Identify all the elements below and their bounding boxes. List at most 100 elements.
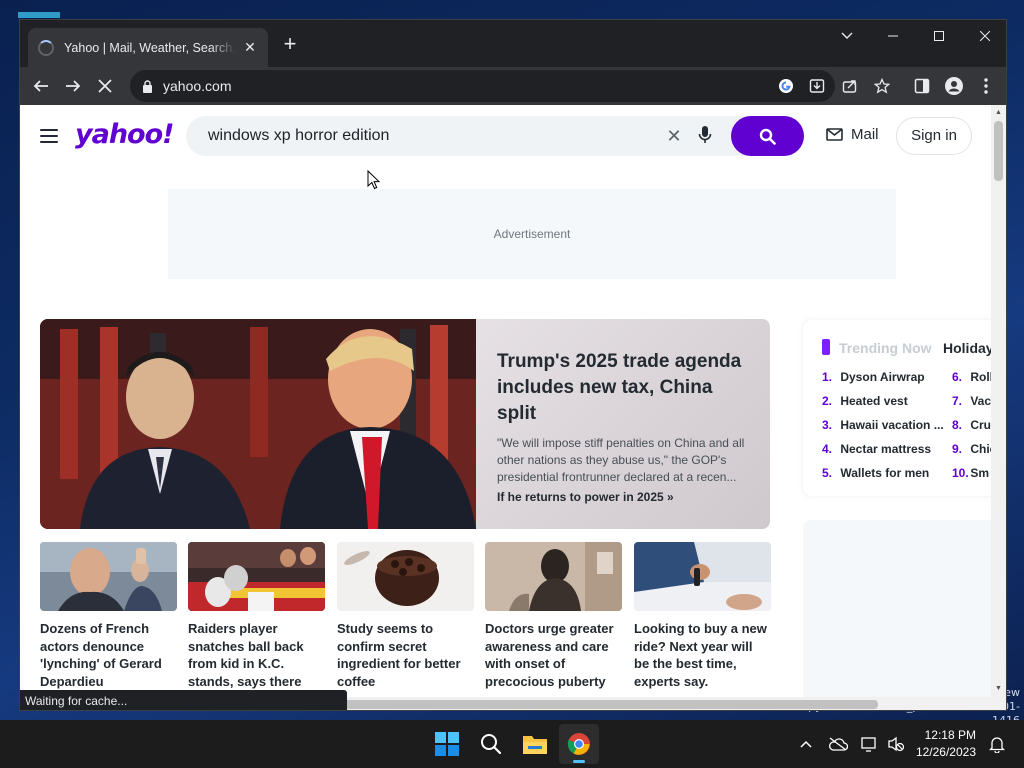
tab-strip: Yahoo | Mail, Weather, Search, Politics,… (20, 20, 1006, 67)
story-card[interactable]: Doctors urge greater awareness and care … (485, 542, 622, 690)
mail-icon (826, 128, 843, 141)
story-card[interactable]: Dozens of French actors denounce 'lynchi… (40, 542, 177, 690)
story-card[interactable]: Raiders player snatches ball back from k… (188, 542, 325, 690)
chevron-down-icon (841, 32, 853, 39)
chrome-taskbar-button[interactable] (559, 724, 599, 764)
trending-item[interactable]: 1. Dyson Airwrap (822, 370, 944, 394)
holiday-heading[interactable]: Holiday (943, 340, 994, 356)
onedrive-tray-icon[interactable] (826, 732, 850, 756)
hero-story[interactable]: Trump's 2025 trade agenda includes new t… (40, 319, 770, 529)
search-icon (759, 128, 776, 145)
minimize-icon (888, 35, 898, 37)
taskbar-search-button[interactable] (471, 724, 511, 764)
bell-icon (989, 737, 1005, 753)
profile-icon (945, 77, 963, 95)
loading-spinner-icon (38, 39, 54, 56)
browser-tab[interactable]: Yahoo | Mail, Weather, Search, Politics,… (28, 28, 268, 67)
yahoo-logo[interactable]: yahoo! (75, 119, 174, 150)
notifications-button[interactable] (985, 732, 1009, 756)
new-tab-button[interactable]: + (278, 32, 302, 56)
close-icon (980, 31, 990, 41)
chrome-menu-button[interactable] (971, 71, 1001, 101)
star-icon (874, 78, 890, 94)
system-clock[interactable]: 12:18 PM 12/26/2023 (916, 727, 976, 761)
cloud-off-icon (829, 737, 848, 751)
bookmark-button[interactable] (867, 71, 897, 101)
story-image (40, 542, 177, 611)
trending-item[interactable]: 4. Nectar mattress (822, 442, 944, 466)
arrow-right-icon (66, 80, 81, 92)
desktop-accent-strip (18, 12, 60, 18)
trending-item[interactable]: 2. Heated vest (822, 394, 944, 418)
trending-item[interactable]: 3. Hawaii vacation ... (822, 418, 944, 442)
lock-icon (143, 79, 152, 93)
google-icon (779, 79, 793, 93)
story-image (337, 542, 474, 611)
more-vert-icon (984, 78, 988, 94)
file-explorer-button[interactable] (515, 724, 555, 764)
tab-close-icon[interactable]: ✕ (242, 39, 258, 56)
clear-search-icon[interactable]: ✕ (664, 126, 684, 146)
back-button[interactable] (26, 71, 56, 101)
network-tray-icon[interactable] (858, 732, 882, 756)
story-title: Doctors urge greater awareness and care … (485, 621, 614, 689)
folder-icon (523, 736, 547, 754)
hero-related-link[interactable]: If he returns to power in 2025 » (497, 490, 748, 504)
speaker-muted-icon (888, 736, 905, 752)
maximize-icon (934, 31, 944, 41)
share-icon (842, 80, 857, 93)
hero-summary: "We will impose stiff penalties on China… (497, 436, 745, 484)
close-window-button[interactable] (962, 20, 1006, 52)
url-text: yahoo.com (163, 78, 232, 94)
clock-date: 12/26/2023 (915, 745, 976, 759)
arrow-left-icon (33, 80, 48, 92)
advertisement-label: Advertisement (493, 227, 571, 241)
install-icon (809, 79, 825, 93)
search-input[interactable] (208, 116, 648, 156)
trending-accent-bar (822, 339, 830, 355)
microphone-icon[interactable] (698, 125, 718, 147)
story-title: Study seems to confirm secret ingredient… (337, 621, 461, 689)
vertical-scrollbar[interactable]: ▲ ▼ (991, 105, 1006, 697)
vertical-scroll-thumb[interactable] (994, 121, 1003, 181)
volume-tray-icon[interactable] (884, 732, 908, 756)
story-image (188, 542, 325, 611)
mail-link[interactable]: Mail (826, 126, 879, 143)
search-bar: ✕ (186, 116, 804, 156)
side-panel-button[interactable] (907, 71, 937, 101)
story-image (634, 542, 771, 611)
install-app-button[interactable] (807, 76, 827, 96)
story-card[interactable]: Study seems to confirm secret ingredient… (337, 542, 474, 690)
trending-item[interactable]: 5. Wallets for men (822, 466, 944, 490)
sidebar-ad-slot[interactable] (803, 520, 1006, 700)
trending-heading[interactable]: Trending Now (839, 340, 932, 356)
chrome-icon (567, 733, 590, 755)
hero-headline[interactable]: Trump's 2025 trade agenda includes new t… (497, 349, 748, 427)
advertisement-banner[interactable]: Advertisement (168, 189, 896, 279)
forward-button[interactable] (58, 71, 88, 101)
trending-list-left: 1. Dyson Airwrap 2. Heated vest 3. Hawai… (822, 370, 944, 490)
mouse-cursor-icon (367, 170, 381, 190)
active-app-indicator (573, 760, 585, 763)
tab-search-button[interactable] (824, 20, 870, 52)
stop-loading-button[interactable] (90, 71, 120, 101)
maximize-button[interactable] (916, 20, 962, 52)
browser-window: Yahoo | Mail, Weather, Search, Politics,… (19, 19, 1007, 711)
profile-button[interactable] (939, 71, 969, 101)
show-hidden-icons-button[interactable] (794, 732, 818, 756)
hamburger-menu-icon[interactable] (40, 129, 58, 143)
scroll-down-icon[interactable]: ▼ (991, 683, 1006, 695)
chevron-up-icon (800, 740, 812, 748)
search-button[interactable] (731, 116, 804, 156)
start-button[interactable] (427, 724, 467, 764)
share-button[interactable] (835, 71, 865, 101)
scroll-up-icon[interactable]: ▲ (991, 107, 1006, 119)
horizontal-scroll-thumb[interactable] (340, 700, 878, 709)
address-bar[interactable]: yahoo.com (130, 70, 835, 102)
network-icon (861, 737, 876, 752)
sign-in-button[interactable]: Sign in (896, 117, 972, 155)
story-card[interactable]: Looking to buy a new ride? Next year wil… (634, 542, 771, 690)
minimize-button[interactable] (870, 20, 916, 52)
clock-time: 12:18 PM (924, 728, 976, 742)
google-lens-button[interactable] (776, 76, 796, 96)
